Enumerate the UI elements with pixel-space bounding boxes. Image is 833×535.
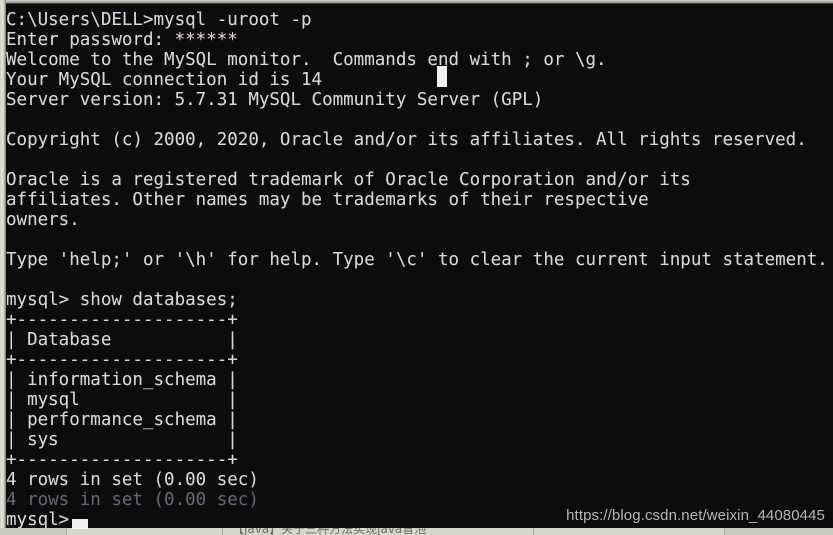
terminal-line-help: Type 'help;' or '\h' for help. Type '\c'…	[6, 250, 828, 270]
screen: C:\Users\DELL>mysql -uroot -p Enter pass…	[0, 0, 833, 535]
terminal-line-welcome: Welcome to the MySQL monitor. Commands e…	[6, 50, 607, 70]
table-border-top: +--------------------+	[6, 310, 238, 330]
terminal-line-connection-id: Your MySQL connection id is 14	[6, 70, 323, 90]
terminal-line-command-prompt: C:\Users\DELL>mysql -uroot -p	[6, 10, 312, 30]
table-row: | mysql |	[6, 390, 238, 410]
terminal-line-password: Enter password: ******	[6, 30, 238, 50]
table-row: | performance_schema |	[6, 410, 238, 430]
taskbar-item[interactable]	[533, 528, 725, 535]
terminal-line-final-prompt: mysql>	[6, 510, 70, 528]
terminal-line-trademark-3: owners.	[6, 210, 80, 230]
table-border-bottom: +--------------------+	[6, 450, 238, 470]
taskbar-sliver[interactable]: 【java】关于三种方法实现java冒泡	[0, 528, 833, 535]
terminal-line-server-version: Server version: 5.7.31 MySQL Community S…	[6, 90, 544, 110]
text-cursor-icon	[437, 66, 447, 87]
terminal-line-trademark-2: affiliates. Other names may be trademark…	[6, 190, 649, 210]
terminal-line-result-summary: 4 rows in set (0.00 sec)	[6, 470, 259, 490]
taskbar-item[interactable]	[66, 528, 223, 535]
watermark-label: https://blog.csdn.net/weixin_44080445	[566, 507, 825, 524]
taskbar-item-label: 【java】关于三种方法实现java冒泡	[232, 528, 427, 535]
table-header-row: | Database |	[6, 330, 238, 350]
terminal-line-blank-5: 4 rows in set (0.00 sec)	[6, 490, 259, 510]
terminal-line-copyright: Copyright (c) 2000, 2020, Oracle and/or …	[6, 130, 807, 150]
table-row: | sys |	[6, 430, 238, 450]
password-mask: ******	[174, 30, 238, 50]
terminal-console[interactable]: C:\Users\DELL>mysql -uroot -p Enter pass…	[6, 4, 833, 528]
password-prompt-label: Enter password:	[6, 30, 165, 50]
table-row: | information_schema |	[6, 370, 238, 390]
terminal-line-trademark-1: Oracle is a registered trademark of Orac…	[6, 170, 691, 190]
mouse-cursor-icon	[72, 519, 88, 529]
terminal-line-query: mysql> show databases;	[6, 290, 238, 310]
table-border-middle: +--------------------+	[6, 350, 238, 370]
